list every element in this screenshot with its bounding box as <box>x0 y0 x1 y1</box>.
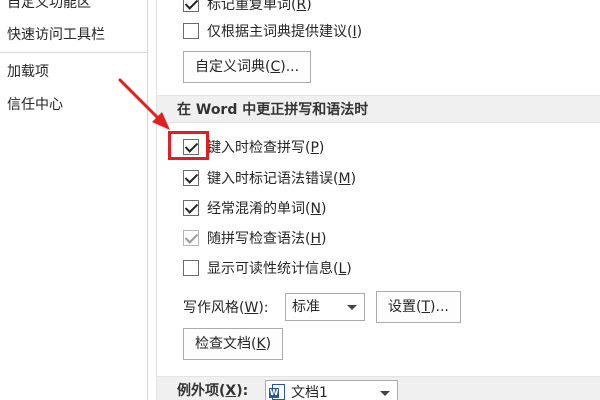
writing-style-value: 标准 <box>292 299 320 315</box>
flag-repeated-words-checkbox[interactable] <box>183 0 199 12</box>
custom-dictionaries-button[interactable]: 自定义词典(C)... <box>183 51 312 83</box>
options-sidebar: 自定义功能区 快速访问工具栏 加载项 信任中心 <box>0 0 147 400</box>
check-spelling-as-you-type-option[interactable]: 键入时检查拼写(P) <box>183 136 324 158</box>
option-label: 键入时标记语法错误(M) <box>207 171 357 187</box>
sidebar-item-customize-ribbon[interactable]: 自定义功能区 <box>0 0 147 18</box>
option-label: 显示可读性统计信息(L) <box>207 261 352 277</box>
main-dictionary-only-option[interactable]: 仅根据主词典提供建议(I) <box>183 20 362 42</box>
sidebar-item-label: 信任中心 <box>7 97 63 113</box>
word-doc-icon <box>269 384 285 400</box>
flag-repeated-words-option[interactable]: 标记重复单词(R) <box>183 0 312 15</box>
mark-grammar-errors-option[interactable]: 键入时标记语法错误(M) <box>183 167 356 189</box>
exceptions-document-value: 文档1 <box>291 385 328 400</box>
sidebar-separator <box>0 52 147 53</box>
frequently-confused-words-checkbox[interactable] <box>183 200 199 216</box>
section-header-word-proofing: 在 Word 中更正拼写和语法时 <box>157 95 600 123</box>
sidebar-item-add-ins[interactable]: 加载项 <box>0 57 147 87</box>
chevron-down-icon <box>380 391 390 396</box>
sidebar-item-label: 自定义功能区 <box>7 0 91 11</box>
sidebar-item-quick-access-toolbar[interactable]: 快速访问工具栏 <box>0 20 147 50</box>
check-grammar-with-spelling-option[interactable]: 随拼写检查语法(H) <box>183 227 326 249</box>
show-readability-statistics-checkbox[interactable] <box>183 260 199 276</box>
exceptions-document-select[interactable]: 文档1 <box>265 380 398 400</box>
option-label: 键入时检查拼写(P) <box>207 140 325 156</box>
sidebar-item-trust-center[interactable]: 信任中心 <box>0 90 147 120</box>
show-readability-statistics-option[interactable]: 显示可读性统计信息(L) <box>183 257 352 279</box>
chevron-down-icon <box>347 305 357 310</box>
mark-grammar-errors-checkbox[interactable] <box>183 170 199 186</box>
sidebar-item-label: 快速访问工具栏 <box>7 27 105 43</box>
main-dictionary-only-checkbox[interactable] <box>183 23 199 39</box>
check-spelling-checkbox[interactable] <box>183 139 199 155</box>
writing-style-select[interactable]: 标准 <box>285 293 365 321</box>
option-label: 标记重复单词(R) <box>207 0 312 13</box>
option-label: 经常混淆的单词(N) <box>207 201 327 217</box>
recheck-document-button[interactable]: 检查文档(K) <box>183 328 284 360</box>
word-options-window: 自定义功能区 快速访问工具栏 加载项 信任中心 标记重复单词(R) 仅根据主词典… <box>0 0 600 400</box>
check-grammar-with-spelling-checkbox[interactable] <box>183 230 199 246</box>
proofing-content: 标记重复单词(R) 仅根据主词典提供建议(I) 自定义词典(C)... 在 Wo… <box>157 0 600 400</box>
writing-style-label: 写作风格(W): <box>183 300 269 316</box>
option-label: 仅根据主词典提供建议(I) <box>207 24 363 40</box>
writing-style-settings-button[interactable]: 设置(T)... <box>376 291 461 323</box>
option-label: 随拼写检查语法(H) <box>207 231 327 247</box>
sidebar-item-label: 加载项 <box>7 64 49 80</box>
sidebar-divider <box>147 0 148 400</box>
frequently-confused-words-option[interactable]: 经常混淆的单词(N) <box>183 197 326 219</box>
exceptions-label: 例外项(X): <box>177 383 249 399</box>
